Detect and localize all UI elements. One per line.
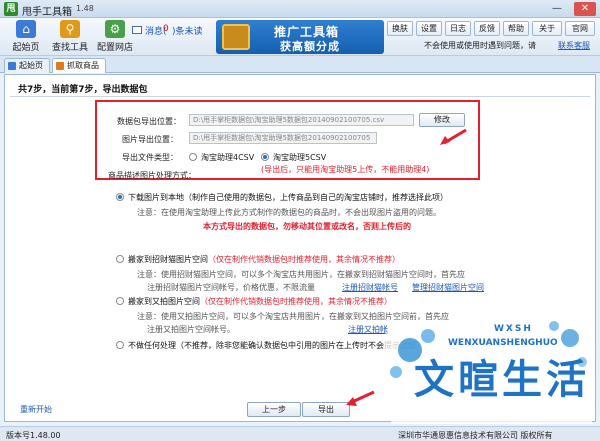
file-type-csv5-label: 淘宝助理5CSV	[273, 153, 327, 162]
tab-grab-products[interactable]: 抓取商品	[52, 58, 106, 73]
option-no-process-radio[interactable]	[116, 341, 124, 349]
file-type-csv4-radio[interactable]	[189, 153, 197, 161]
package-path-label: 数据包导出位置：	[117, 117, 181, 126]
skin-button[interactable]: 换肤	[387, 21, 413, 36]
image-handling-label: 商品描述图片处理方式：	[108, 171, 196, 180]
find-tools-button[interactable]: ⚲ 查找工具	[48, 20, 92, 54]
config-shop-button[interactable]: ⚙ 配置网店	[93, 20, 137, 54]
messages-count: 0	[163, 24, 169, 34]
status-bar: 版本号1.48.00 深圳市华通恩惠信息技术有限公司 版权所有	[0, 426, 600, 441]
file-type-csv4-label: 淘宝助理4CSV	[201, 153, 255, 162]
support-hint: 不会使用或使用时遇到问题，请	[424, 41, 536, 50]
window-version: 1.48	[76, 4, 94, 13]
minimize-button[interactable]: —	[548, 2, 566, 16]
grab-tab-icon	[56, 62, 64, 70]
option-zcm-space-radio[interactable]	[116, 255, 124, 263]
app-logo-icon: 甩	[4, 2, 18, 16]
contact-support-link[interactable]: 联系客服	[558, 40, 590, 51]
option-download-local-label: 下载图片到本地（制作自己使用的数据包，上传商品到自己的淘宝店铺时，推荐选择此项）	[128, 193, 448, 202]
option-download-local-warning: 本方式导出的数据包，勿移动其位置或改名，否则上传后的	[203, 222, 411, 231]
official-site-button[interactable]: 官网	[565, 21, 595, 36]
messages-unread-label[interactable]: )条未读	[172, 24, 203, 37]
option-upyun-space-label: 搬家到又拍图片空间（仅在制作代销数据包时推荐使用，其余情况不推荐）	[128, 296, 392, 307]
close-button[interactable]: ✕	[574, 2, 596, 16]
help-button[interactable]: 帮助	[503, 21, 529, 36]
option-download-local-note: 注意：在使用淘宝助理上传此方式制作的数据包的商品时，不会出现图片盗用的问题。	[137, 208, 441, 217]
restart-link[interactable]: 重新开始	[20, 404, 52, 415]
watermark-sub-text: WENXUANSHENGHUO	[448, 338, 558, 348]
watermark-small-text: WXSH	[494, 324, 533, 334]
promo-banner[interactable]: 推广工具箱 获高额分成	[216, 20, 384, 54]
house-icon: ⌂	[16, 20, 36, 38]
register-upyun-link[interactable]: 注册又拍帐	[348, 324, 388, 335]
option-zcm-note1: 注意：使用招财猫图片空间，可以多个淘宝店共用图片，在搬家到招财猫图片空间时，首先…	[137, 270, 465, 279]
option-upyun-space-hint: （仅在制作代销数据包时推荐使用，其余情况不推荐）	[200, 297, 392, 306]
export-button[interactable]: 导出	[302, 402, 350, 417]
file-type-note: (导出后，只能用淘宝助理5上传，不能用助理4)	[261, 165, 430, 174]
promo-banner-line2: 获高额分成	[280, 40, 340, 53]
file-type-label: 导出文件类型：	[122, 153, 178, 162]
option-zcm-space-hint: （仅在制作代销数据包时推荐使用，其余情况不推荐）	[208, 255, 400, 264]
tab-grab-label: 抓取商品	[67, 61, 99, 70]
tab-home[interactable]: 起始页	[4, 58, 50, 73]
option-download-local-radio[interactable]	[116, 193, 124, 201]
register-zcm-link[interactable]: 注册招财猫帐号	[342, 282, 398, 293]
divider	[10, 96, 590, 97]
option-no-process-label: 不做任何处理（不推荐，除非您能确认数据包中引用的图片在上传时不会提示盗链	[128, 341, 416, 350]
tab-bar: 起始页 抓取商品	[0, 56, 600, 73]
about-button[interactable]: 关于	[532, 21, 562, 36]
option-upyun-note2: 注册又拍图片空间帐号。	[147, 325, 235, 334]
log-button[interactable]: 日志	[445, 21, 471, 36]
envelope-icon	[132, 26, 142, 34]
feedback-button[interactable]: 反馈	[474, 21, 500, 36]
tab-home-label: 起始页	[19, 61, 43, 70]
option-upyun-space-radio[interactable]	[116, 297, 124, 305]
magnifier-icon: ⚲	[60, 20, 80, 38]
gear-icon: ⚙	[105, 20, 125, 38]
option-zcm-note2: 注册招财猫图片空间帐号，价格优惠，不限流量	[147, 283, 315, 292]
find-tools-label: 查找工具	[51, 43, 88, 53]
previous-step-button[interactable]: 上一步	[247, 402, 301, 417]
option-zcm-space-label: 搬家到招财猫图片空间（仅在制作代销数据包时推荐使用，其余情况不推荐）	[128, 254, 400, 265]
option-upyun-space-title: 搬家到又拍图片空间	[128, 297, 200, 306]
window-title: 甩手工具箱	[22, 7, 72, 18]
title-bar: 甩 甩手工具箱 1.48 — ✕	[0, 0, 600, 18]
config-shop-label: 配置网店	[96, 43, 133, 53]
option-zcm-space-title: 搬家到招财猫图片空间	[128, 255, 208, 264]
step-title: 共7步，当前第7步，导出数据包	[18, 85, 148, 95]
home-button-label: 起始页	[12, 43, 40, 53]
manage-zcm-link[interactable]: 管理招财猫图片空间	[412, 282, 484, 293]
package-path-input[interactable]: D:\甩手掌柜数据包\淘宝助理5数据包20140902100705.csv	[189, 114, 414, 126]
home-button[interactable]: ⌂ 起始页	[4, 20, 48, 54]
version-number: 版本号1.48.00	[6, 431, 61, 440]
copyright-text: 深圳市华通恩惠信息技术有限公司 版权所有	[398, 431, 553, 440]
modify-path-button[interactable]: 修改	[419, 113, 465, 127]
treasure-chest-icon	[222, 24, 250, 50]
watermark-main-text: 文暄生活	[414, 357, 590, 403]
image-path-label: 图片导出位置：	[122, 135, 178, 144]
image-path-input[interactable]: D:\甩手掌柜数据包\淘宝助理5数据包20140902100705	[189, 132, 377, 144]
export-arrow-icon	[346, 390, 375, 406]
home-tab-icon	[8, 62, 16, 70]
annotation-arrow-icon	[440, 128, 467, 145]
settings-button[interactable]: 设置	[416, 21, 442, 36]
file-type-csv5-radio[interactable]	[261, 153, 269, 161]
